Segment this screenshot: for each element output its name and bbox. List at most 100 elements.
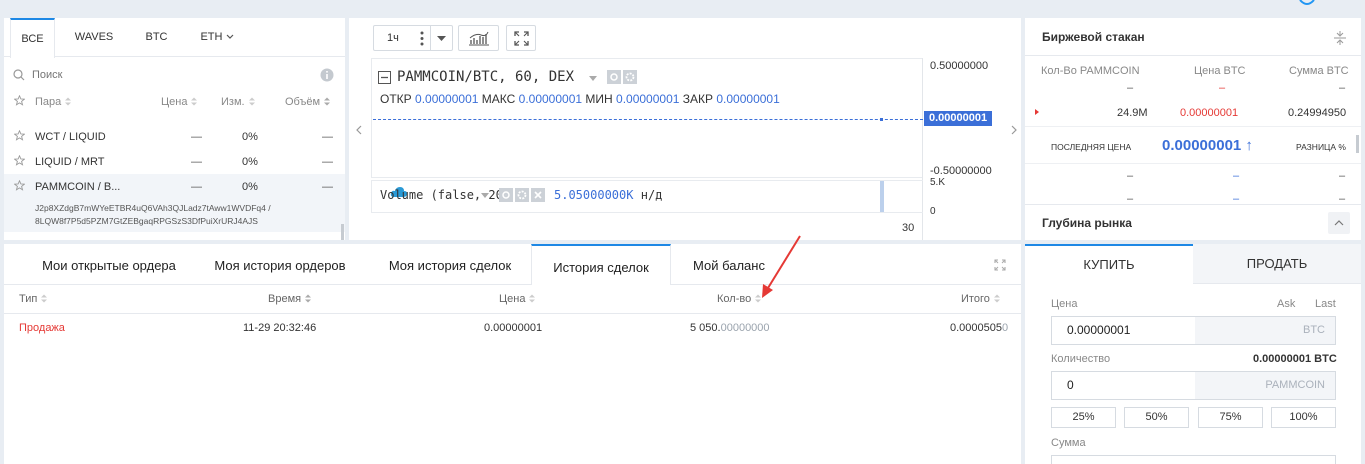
close-icon[interactable]: [531, 188, 545, 202]
info-icon[interactable]: [320, 68, 334, 82]
col-type[interactable]: Тип: [19, 293, 48, 305]
pair-price: —: [191, 181, 202, 193]
pair-name: WCT / LIQUID: [35, 131, 106, 143]
col-time[interactable]: Время: [268, 293, 312, 305]
interval-label: 1ч: [387, 32, 399, 44]
top-strip-icon: [1298, 0, 1316, 6]
price-candle: [880, 118, 883, 121]
volume-bar: [880, 181, 884, 212]
chevron-left-icon[interactable]: [356, 125, 362, 135]
col-price: Цена BTC: [1194, 65, 1246, 77]
pairs-scrollbar[interactable]: [341, 224, 344, 240]
current-price-tag: 0.00000001: [924, 111, 992, 126]
price-value: 0.00000001: [1067, 323, 1131, 337]
col-volume-label: Объём: [285, 96, 321, 108]
annotation-arrow: [762, 235, 801, 298]
pair-name: PAMMCOIN / B...: [35, 181, 121, 193]
star-icon[interactable]: [14, 180, 25, 191]
market-depth-title: Глубина рынка: [1042, 216, 1132, 230]
market-depth-header[interactable]: Глубина рынка: [1025, 204, 1361, 240]
book-scrollbar[interactable]: [1356, 135, 1359, 153]
tab-all[interactable]: ВСЕ: [10, 18, 55, 58]
search-input[interactable]: [32, 66, 292, 84]
caret-down-icon[interactable]: [437, 36, 446, 41]
sort-icon: [248, 97, 255, 106]
sum-label: Сумма: [1051, 437, 1086, 449]
buy-tab[interactable]: КУПИТЬ: [1025, 244, 1193, 284]
price-field[interactable]: 0.00000001 BTC: [1051, 316, 1336, 345]
indicators-button[interactable]: [458, 25, 499, 51]
volume-value: 5.05000000K: [554, 188, 634, 202]
sell-tab[interactable]: ПРОДАТЬ: [1193, 244, 1361, 284]
settings-icon[interactable]: [607, 70, 621, 84]
divider: [1025, 55, 1361, 56]
sum-field[interactable]: [1051, 455, 1336, 464]
interval-selector[interactable]: 1ч: [373, 25, 453, 51]
gear-icon[interactable]: [515, 188, 529, 202]
trade-total-main: 0.0000505: [950, 322, 1002, 334]
price-unit: BTC: [1195, 317, 1335, 344]
col-pair[interactable]: Пара: [35, 96, 72, 108]
percent-100-button[interactable]: 100%: [1271, 407, 1336, 428]
price-label: Цена: [1051, 298, 1078, 310]
pair-row-selected[interactable]: PAMMCOIN / B... — 0% — J2p8XZdgB7mWYeETB…: [4, 174, 345, 232]
last-link[interactable]: Last: [1315, 298, 1336, 310]
tab-eth[interactable]: ETH: [192, 18, 242, 57]
caret-down-icon[interactable]: [589, 76, 597, 81]
quantity-field[interactable]: 0 PAMMCOIN: [1051, 371, 1336, 400]
ask-link[interactable]: Ask: [1277, 298, 1295, 310]
row-price: 0.00000001: [1180, 107, 1239, 119]
open-label: ОТКР: [380, 92, 412, 106]
x-axis-tick: 30: [902, 222, 915, 234]
tab-waves[interactable]: WAVES: [64, 18, 124, 57]
chevron-right-icon[interactable]: [1011, 125, 1017, 135]
col-sum: Сумма BTC: [1289, 65, 1349, 77]
chart-symbol: PAMMCOIN/BTC, 60, DEX: [397, 69, 575, 85]
volume-axis-top: 5.K: [930, 177, 946, 188]
qty-unit: PAMMCOIN: [1195, 372, 1335, 399]
table-row[interactable]: Продажа 11-29 20:32:46 0.00000001 5 050.…: [4, 315, 1021, 341]
tab-my-open-orders[interactable]: Мои открытые ордера: [14, 244, 204, 284]
fullscreen-button[interactable]: [506, 25, 536, 51]
volume-label: Volume (false, 20): [380, 188, 511, 202]
percent-50-button[interactable]: 50%: [1124, 407, 1189, 428]
more-vertical-icon[interactable]: [420, 31, 424, 46]
pairs-panel: ВСЕ WAVES BTC ETH Пара Цена Изм. Объём W…: [4, 18, 345, 240]
tab-trade-history[interactable]: История сделок: [531, 244, 671, 285]
tab-my-order-history[interactable]: Моя история ордеров: [200, 244, 360, 284]
caret-down-icon[interactable]: [481, 193, 489, 198]
collapse-legend-icon[interactable]: [378, 71, 391, 84]
col-price-label: Цена: [499, 293, 526, 305]
ask-placeholder: –: [1339, 82, 1346, 94]
col-price[interactable]: Цена: [161, 96, 198, 108]
col-volume[interactable]: Объём: [285, 96, 331, 108]
chevron-up-icon[interactable]: [1328, 212, 1350, 234]
percent-25-button[interactable]: 25%: [1051, 407, 1116, 428]
pairs-header: Пара Цена Изм. Объём: [4, 95, 345, 113]
last-price-label: ПОСЛЕДНЯЯ ЦЕНА: [1051, 142, 1132, 152]
col-change[interactable]: Изм.: [221, 96, 255, 108]
col-total[interactable]: Итого: [961, 293, 1000, 305]
order-book-row[interactable]: 24.9M 0.00000001 0.24994950: [1025, 104, 1361, 122]
percent-75-button[interactable]: 75%: [1198, 407, 1263, 428]
star-icon[interactable]: [14, 130, 25, 141]
trades-panel: Мои открытые ордера Моя история ордеров …: [4, 235, 1021, 464]
trade-total: 0.00005050: [950, 322, 1008, 334]
y-axis-top: 0.50000000: [930, 60, 989, 72]
compress-icon[interactable]: [1334, 31, 1346, 45]
sort-icon: [41, 294, 48, 303]
price-line: [373, 119, 923, 120]
col-change-label: Изм.: [221, 96, 245, 108]
pair-row[interactable]: WCT / LIQUID — 0% —: [4, 124, 345, 148]
settings-icon[interactable]: [499, 188, 513, 202]
star-icon[interactable]: [14, 155, 25, 166]
col-amount: Кол-Во PAMMCOIN: [1041, 65, 1140, 77]
tab-btc[interactable]: BTC: [134, 18, 179, 57]
row-amount: 24.9M: [1117, 107, 1148, 119]
pair-row[interactable]: LIQUID / MRT — 0% —: [4, 149, 345, 173]
expand-icon[interactable]: [994, 259, 1006, 271]
tab-my-trade-history[interactable]: Моя история сделок: [370, 244, 530, 284]
gear-icon[interactable]: [623, 70, 637, 84]
col-amount-label: Кол-во: [717, 293, 752, 305]
col-price[interactable]: Цена: [499, 293, 536, 305]
